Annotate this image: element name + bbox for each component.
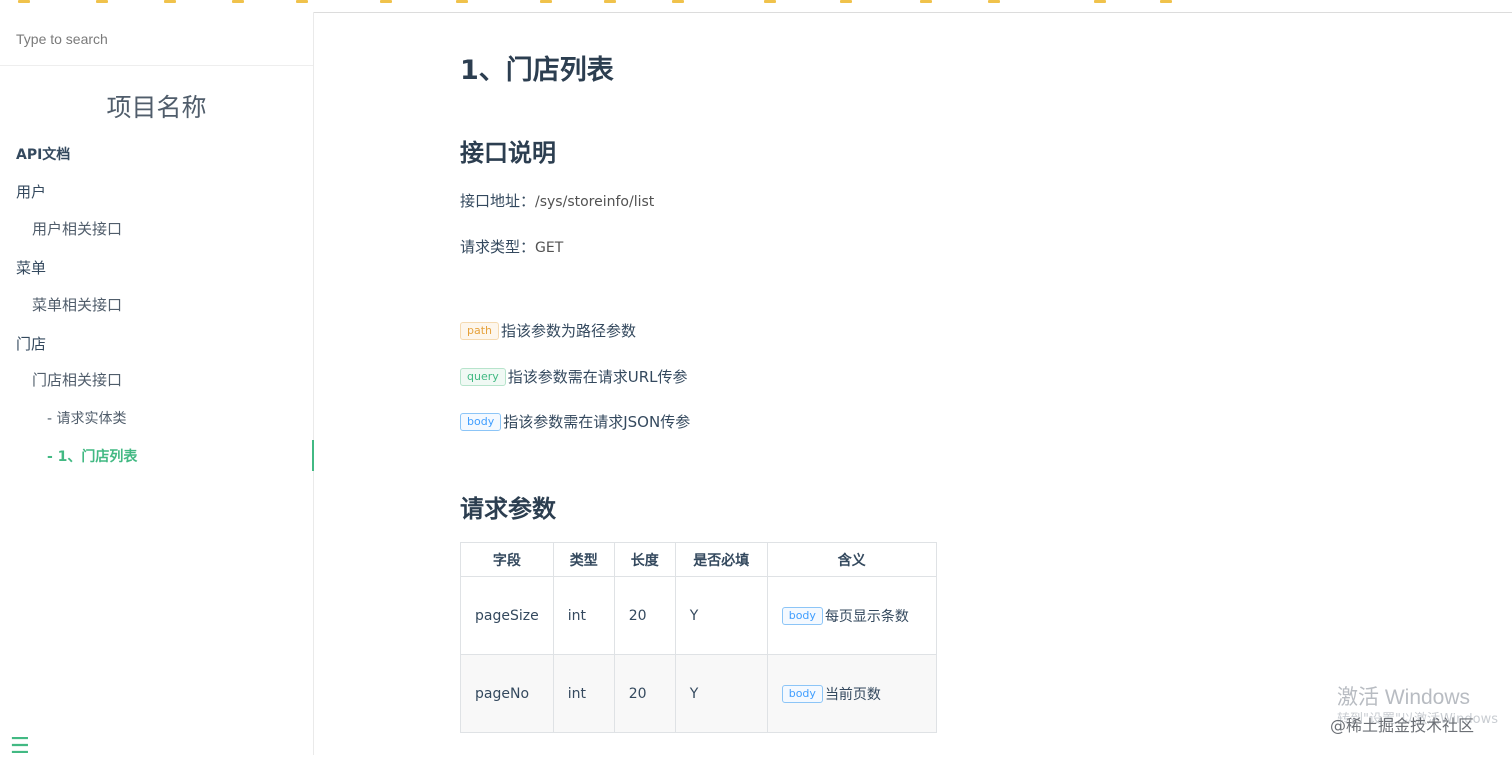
table-row: pageNo int 20 Y body 当前页数 xyxy=(460,654,937,733)
meaning-text: 每页显示条数 xyxy=(824,608,909,625)
sidebar-item-store[interactable]: 门店 xyxy=(16,333,46,354)
credit-watermark: @稀土掘金技术社区 xyxy=(1330,716,1475,735)
request-method: 请求类型：GET xyxy=(460,236,563,257)
column-header: 类型 xyxy=(552,542,615,577)
column-header: 含义 xyxy=(766,542,937,577)
legend-text: 指该参数为路径参数 xyxy=(501,322,637,340)
cell-required: Y xyxy=(674,654,768,733)
sidebar-item-store-api[interactable]: 门店相关接口 xyxy=(32,369,122,390)
method-value: GET xyxy=(535,240,564,256)
strip-mark xyxy=(764,0,776,3)
sidebar-item-menu[interactable]: 菜单 xyxy=(16,257,46,278)
address-label: 接口地址： xyxy=(460,192,536,210)
interface-address: 接口地址：/sys/storeinfo/list xyxy=(460,190,654,211)
body-tag: body xyxy=(460,413,502,431)
cell-field: pageSize xyxy=(460,576,554,655)
strip-mark xyxy=(540,0,552,3)
cell-type: int xyxy=(552,576,615,655)
sidebar-item-api-docs[interactable]: API文档 xyxy=(16,144,70,164)
column-header: 长度 xyxy=(613,542,676,577)
strip-mark xyxy=(232,0,244,3)
section-heading-params: 请求参数 xyxy=(460,495,556,523)
cell-required: Y xyxy=(674,576,768,655)
cell-length: 20 xyxy=(613,576,676,655)
cell-type: int xyxy=(552,654,615,733)
address-value: /sys/storeinfo/list xyxy=(535,194,655,210)
sidebar-item-menu-api[interactable]: 菜单相关接口 xyxy=(32,294,122,315)
strip-mark xyxy=(604,0,616,3)
legend-text: 指该参数需在请求JSON传参 xyxy=(503,413,691,431)
strip-mark xyxy=(296,0,308,3)
strip-mark xyxy=(96,0,108,3)
body-tag: body xyxy=(781,684,823,703)
legend-query: query 指该参数需在请求URL传参 xyxy=(460,366,688,387)
strip-mark xyxy=(1160,0,1172,3)
sidebar-item-store-list[interactable]: - 1、门店列表 xyxy=(47,446,137,466)
table-header-row: 字段 类型 长度 是否必填 含义 xyxy=(460,542,937,577)
strip-mark xyxy=(840,0,852,3)
path-tag: path xyxy=(460,322,500,340)
body-tag: body xyxy=(781,606,823,625)
legend-path: path 指该参数为路径参数 xyxy=(460,320,636,341)
cell-meaning: body 当前页数 xyxy=(766,654,937,733)
search-box xyxy=(0,12,313,66)
section-heading-interface: 接口说明 xyxy=(460,139,556,167)
legend-body: body 指该参数需在请求JSON传参 xyxy=(460,411,690,432)
method-label: 请求类型： xyxy=(460,238,536,256)
sidebar-item-user[interactable]: 用户 xyxy=(16,181,46,202)
cell-length: 20 xyxy=(613,654,676,733)
table-row: pageSize int 20 Y body 每页显示条数 xyxy=(460,576,937,655)
query-tag: query xyxy=(460,368,506,386)
column-header: 字段 xyxy=(460,542,554,577)
main-content: 1、门店列表 接口说明 接口地址：/sys/storeinfo/list 请求类… xyxy=(314,12,1512,755)
meaning-text: 当前页数 xyxy=(824,686,881,703)
sidebar-item-user-api[interactable]: 用户相关接口 xyxy=(32,218,122,239)
strip-mark xyxy=(164,0,176,3)
strip-mark xyxy=(456,0,468,3)
strip-mark xyxy=(380,0,392,3)
legend-text: 指该参数需在请求URL传参 xyxy=(507,368,688,386)
params-table: 字段 类型 长度 是否必填 含义 pageSize int 20 Y body 每… xyxy=(460,542,937,733)
sidebar: 项目名称 API文档 用户 用户相关接口 菜单 菜单相关接口 门店 门店相关接口… xyxy=(0,12,314,758)
cell-meaning: body 每页显示条数 xyxy=(766,576,937,655)
sidebar-item-request-entity[interactable]: - 请求实体类 xyxy=(47,408,127,428)
column-header: 是否必填 xyxy=(674,542,768,577)
strip-mark xyxy=(1094,0,1106,3)
cell-field: pageNo xyxy=(460,654,554,733)
strip-mark xyxy=(18,0,30,3)
search-input[interactable] xyxy=(14,24,298,54)
windows-activation-watermark: 激活 Windows xyxy=(1337,686,1471,709)
strip-mark xyxy=(988,0,1000,3)
page-title: 1、门店列表 xyxy=(460,55,614,86)
strip-mark xyxy=(920,0,932,3)
app-name[interactable]: 项目名称 xyxy=(0,88,313,124)
strip-mark xyxy=(672,0,684,3)
